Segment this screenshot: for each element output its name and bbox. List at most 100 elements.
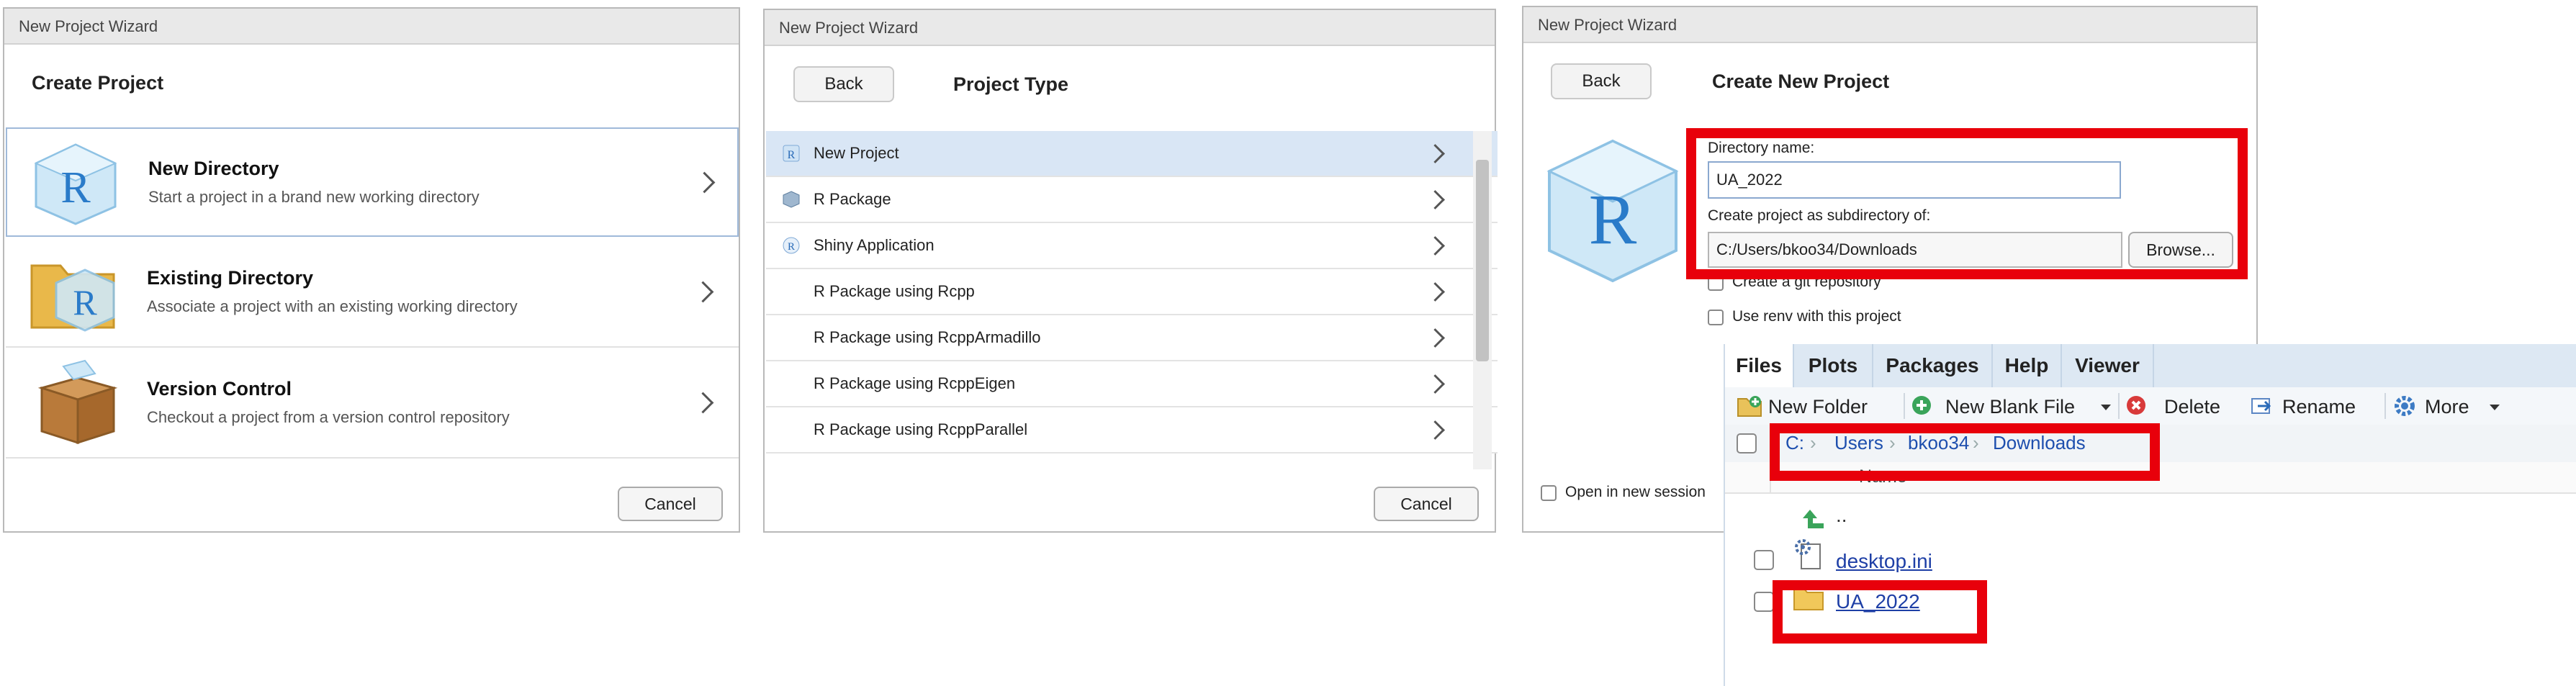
- chevron-right-icon: [1426, 328, 1445, 348]
- list-item-label: R Package: [814, 190, 891, 208]
- project-type-dialog: New Project Wizard Back Project Type R N…: [763, 9, 1498, 533]
- list-item-rcpp[interactable]: R Package using Rcpp: [766, 269, 1498, 315]
- list-item-shiny-application[interactable]: R Shiny Application: [766, 223, 1498, 269]
- package-box-icon: [37, 359, 118, 445]
- new-folder-button[interactable]: New Folder: [1737, 392, 1904, 420]
- cancel-button[interactable]: Cancel: [1374, 487, 1479, 521]
- chevron-right-icon: [1426, 282, 1445, 302]
- toolbar-divider: [2384, 393, 2386, 419]
- package-icon: [783, 191, 800, 208]
- rename-button[interactable]: Rename: [2251, 392, 2380, 420]
- dropdown-arrow-icon: [2490, 405, 2500, 410]
- r-cube-icon: R: [34, 143, 117, 225]
- tab-packages[interactable]: Packages: [1873, 344, 1993, 387]
- svg-text:R: R: [1589, 179, 1637, 259]
- list-item-rcppeigen[interactable]: R Package using RcppEigen: [766, 361, 1498, 407]
- new-blank-file-label: New Blank File: [1945, 396, 2076, 418]
- window-title: New Project Wizard: [1523, 7, 2256, 43]
- chevron-right-icon: [1426, 420, 1445, 440]
- chevron-right-icon: [692, 281, 714, 303]
- list-item-rcpparmadillo[interactable]: R Package using RcppArmadillo: [766, 315, 1498, 361]
- page-title: Project Type: [953, 73, 1069, 95]
- list-scrollbar[interactable]: [1473, 131, 1492, 469]
- open-new-session-checkbox[interactable]: [1541, 485, 1557, 501]
- cancel-button[interactable]: Cancel: [618, 487, 723, 521]
- toolbar-divider: [1904, 393, 1905, 419]
- create-project-dialog: New Project Wizard Create Project R New …: [3, 7, 740, 533]
- project-type-list: R New Project R Package R Shiny Applicat…: [765, 131, 1498, 469]
- rename-icon: [2251, 398, 2271, 414]
- option-description: Checkout a project from a version contro…: [147, 408, 510, 426]
- r-project-icon: R: [783, 145, 800, 162]
- chevron-right-icon: [1426, 374, 1445, 394]
- option-new-directory[interactable]: R New Directory Start a project in a bra…: [6, 127, 739, 237]
- more-label: More: [2425, 396, 2469, 418]
- settings-file-icon: [1795, 539, 1821, 569]
- highlight-box-breadcrumb: [1770, 423, 2160, 481]
- option-description: Associate a project with an existing wor…: [147, 297, 518, 315]
- select-all-checkbox[interactable]: [1737, 433, 1757, 453]
- option-title: Version Control: [147, 378, 292, 400]
- window-title: New Project Wizard: [765, 10, 1495, 46]
- option-description: Start a project in a brand new working d…: [148, 188, 479, 206]
- svg-text:R: R: [788, 241, 795, 253]
- list-item-label: R Package using RcppEigen: [814, 374, 1016, 392]
- list-item-rcppparallel[interactable]: R Package using RcppParallel: [766, 407, 1498, 453]
- more-button[interactable]: More: [2393, 392, 2508, 420]
- file-name[interactable]: ..: [1836, 504, 1847, 527]
- page-title: Create Project: [32, 72, 164, 94]
- svg-text:R: R: [788, 149, 796, 161]
- chevron-right-icon: [1426, 144, 1445, 163]
- list-item-label: R Package using RcppParallel: [814, 420, 1028, 438]
- list-item-new-project[interactable]: R New Project: [766, 131, 1498, 177]
- scrollbar-thumb[interactable]: [1476, 160, 1489, 361]
- back-button[interactable]: Back: [793, 66, 894, 102]
- chevron-right-icon: [692, 392, 714, 414]
- option-version-control[interactable]: Version Control Checkout a project from …: [6, 349, 739, 459]
- tab-files[interactable]: Files: [1725, 344, 1794, 387]
- open-new-session-label: Open in new session: [1565, 484, 1706, 500]
- delete-icon: [2127, 396, 2145, 415]
- row-checkbox[interactable]: [1754, 592, 1774, 612]
- list-item-label: New Project: [814, 144, 899, 162]
- rename-label: Rename: [2282, 396, 2356, 418]
- file-name[interactable]: desktop.ini: [1836, 550, 1932, 573]
- tab-viewer[interactable]: Viewer: [2062, 344, 2154, 387]
- gear-icon: [2395, 396, 2415, 416]
- files-toolbar: New Folder New Blank File Delete Rename …: [1725, 387, 2576, 426]
- back-button[interactable]: Back: [1551, 63, 1652, 99]
- tab-help[interactable]: Help: [1993, 344, 2062, 387]
- back-label: Back: [824, 74, 863, 94]
- use-renv-checkbox[interactable]: [1708, 310, 1724, 325]
- option-existing-directory[interactable]: R Existing Directory Associate a project…: [6, 238, 739, 348]
- up-arrow-icon: [1803, 510, 1824, 528]
- file-row[interactable]: desktop.ini: [1725, 538, 2576, 580]
- chevron-right-icon: [1426, 190, 1445, 209]
- delete-label: Delete: [2164, 396, 2221, 418]
- list-item-label: R Package using RcppArmadillo: [814, 328, 1041, 346]
- chevron-right-icon: [693, 171, 716, 194]
- list-item-label: Shiny Application: [814, 236, 935, 254]
- svg-text:R: R: [60, 163, 91, 212]
- pane-tabbar: Files Plots Packages Help Viewer: [1725, 344, 2576, 389]
- page-title: Create New Project: [1712, 71, 1890, 92]
- r-cube-icon: R: [1546, 139, 1679, 283]
- toolbar-divider: [2118, 393, 2120, 419]
- highlight-box-directory-fields: [1686, 128, 2248, 279]
- new-folder-icon: [1737, 396, 1762, 417]
- list-item-r-package[interactable]: R Package: [766, 177, 1498, 223]
- row-checkbox[interactable]: [1754, 550, 1774, 570]
- shiny-r-icon: R: [783, 237, 800, 254]
- option-title: New Directory: [148, 158, 279, 179]
- svg-text:R: R: [73, 282, 97, 322]
- new-folder-label: New Folder: [1768, 396, 1868, 418]
- chevron-right-icon: [1426, 236, 1445, 256]
- new-blank-file-button[interactable]: New Blank File: [1911, 392, 2111, 420]
- file-row-parent[interactable]: ..: [1725, 498, 2576, 540]
- list-item-label: R Package using Rcpp: [814, 282, 975, 300]
- delete-button[interactable]: Delete: [2125, 392, 2233, 420]
- plus-circle-icon: [1912, 396, 1931, 415]
- back-label: Back: [1582, 71, 1621, 91]
- tab-plots[interactable]: Plots: [1794, 344, 1873, 387]
- folder-r-icon: R: [30, 264, 115, 332]
